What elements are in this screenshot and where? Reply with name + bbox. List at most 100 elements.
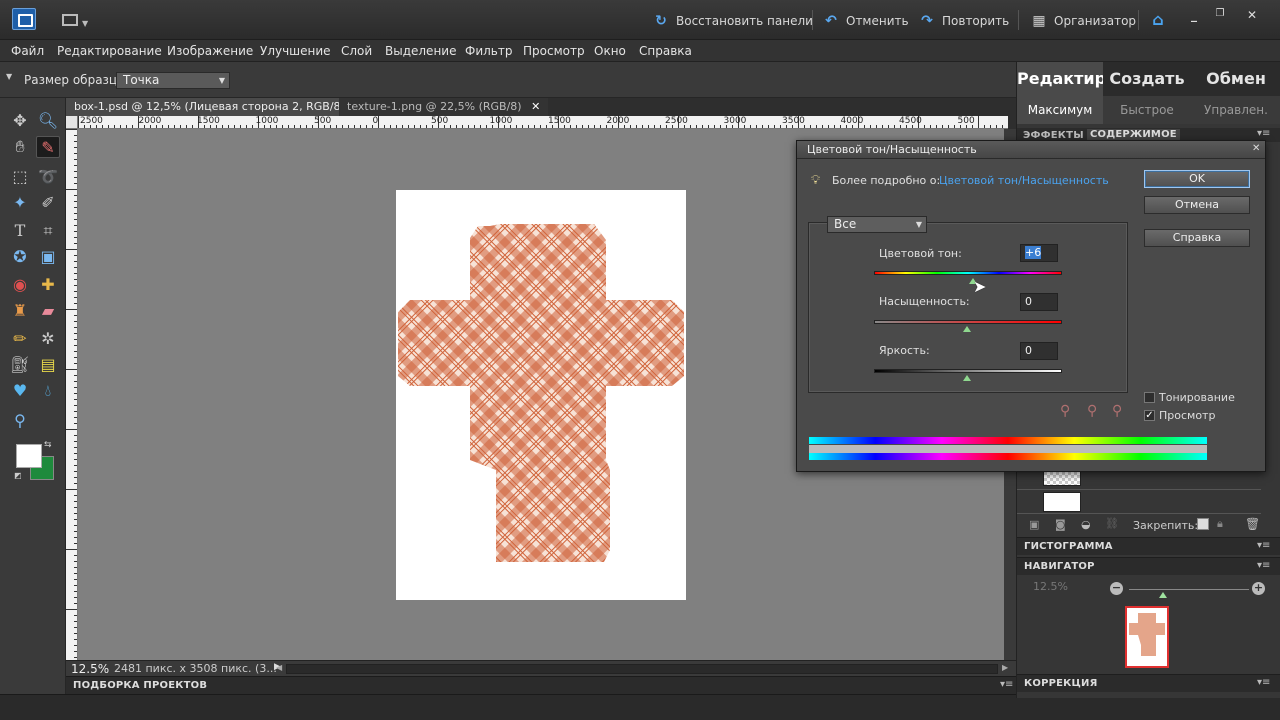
cookie-cutter-tool-icon[interactable]: ✪ <box>8 246 32 268</box>
red-eye-tool-icon[interactable]: ◉ <box>8 274 32 296</box>
swap-colors-icon[interactable]: ⇆ <box>44 440 52 450</box>
healing-brush-tool-icon[interactable]: ✚ <box>36 274 60 296</box>
project-bin-bar[interactable]: ПОДБОРКА ПРОЕКТОВ ▾≡ <box>66 676 1016 694</box>
subtab-quick[interactable]: Быстрое <box>1103 96 1191 124</box>
magic-wand-tool-icon[interactable]: ✦ <box>8 192 32 214</box>
custom-shape-tool-icon[interactable]: ♥ <box>8 380 32 402</box>
hue-slider[interactable] <box>874 271 1062 275</box>
eyedropper-icon[interactable]: ⚲ <box>1060 403 1070 419</box>
saturation-input[interactable]: 0 <box>1020 293 1058 311</box>
colorize-checkbox[interactable] <box>1144 392 1155 403</box>
scroll-left-icon[interactable]: ◀ <box>276 663 282 672</box>
eraser-tool-icon[interactable]: ▰ <box>36 300 60 322</box>
gradient-tool-icon[interactable]: ▤ <box>36 354 60 376</box>
type-tool-icon[interactable]: T <box>8 220 32 242</box>
crop-tool-icon[interactable]: ⌗ <box>36 220 60 242</box>
quick-selection-tool-icon[interactable]: ✐ <box>36 192 60 214</box>
correction-panel-header[interactable]: КОРРЕКЦИЯ ▾≡ <box>1017 674 1280 692</box>
restore-panels-button[interactable]: ↻ Восстановить панели <box>652 12 813 30</box>
learn-more-link[interactable]: Цветовой тон/Насыщенность <box>939 174 1109 187</box>
menu-select[interactable]: Выделение <box>385 44 456 58</box>
lock-all-icon[interactable]: 🔒︎ <box>1217 517 1223 531</box>
panel-menu-icon[interactable]: ▾≡ <box>1000 679 1013 690</box>
options-collapse-icon[interactable]: ▼ <box>6 72 12 81</box>
range-bar[interactable] <box>809 445 1207 453</box>
dialog-title[interactable]: Цветовой тон/Насыщенность <box>797 141 1265 159</box>
hue-input[interactable]: +6 <box>1020 244 1058 262</box>
mask-icon[interactable]: ◒ <box>1081 518 1091 531</box>
lightness-slider[interactable] <box>874 369 1062 373</box>
tab-create[interactable]: Создать <box>1103 62 1191 96</box>
marquee-tool-icon[interactable]: ⬚ <box>8 166 32 188</box>
adjustment-layer-icon[interactable]: ◙ <box>1055 518 1066 531</box>
panel-menu-icon[interactable]: ▾≡ <box>1257 128 1270 139</box>
subtab-full[interactable]: Максимум <box>1017 96 1103 124</box>
lightness-slider-thumb[interactable] <box>963 375 971 381</box>
histogram-panel-header[interactable]: ГИСТОГРАММА ▾≡ <box>1017 537 1280 555</box>
zoom-level[interactable]: 12.5% <box>71 662 109 676</box>
clone-stamp-tool-icon[interactable]: ♜ <box>8 300 32 322</box>
zoom-out-icon[interactable]: − <box>1110 582 1123 595</box>
horizontal-scrollbar[interactable] <box>286 664 998 674</box>
layer-thumbnail[interactable] <box>1043 492 1081 512</box>
panel-menu-icon[interactable]: ▾≡ <box>1257 677 1270 688</box>
app-logo-icon[interactable] <box>12 8 36 30</box>
panel-menu-icon[interactable]: ▾≡ <box>1257 540 1270 551</box>
dialog-close-icon[interactable]: ✕ <box>1252 143 1260 154</box>
saturation-slider-thumb[interactable] <box>963 326 971 332</box>
tab-share[interactable]: Обмен <box>1191 62 1280 96</box>
undo-button[interactable]: ↶ Отменить <box>822 12 908 30</box>
pencil-tool-icon[interactable]: ✏︎ <box>8 328 32 350</box>
lock-transparency-icon[interactable] <box>1197 518 1209 530</box>
hand-tool-icon[interactable]: ✋︎ <box>8 136 32 158</box>
document-canvas[interactable] <box>396 190 686 600</box>
brush-tool-icon[interactable]: ✲ <box>36 328 60 350</box>
eyedropper-tool-icon[interactable]: ✎ <box>36 136 60 158</box>
default-colors-icon[interactable]: ◩ <box>14 471 22 480</box>
lightness-input[interactable]: 0 <box>1020 342 1058 360</box>
menu-image[interactable]: Изображение <box>167 44 253 58</box>
minimize-button[interactable]: _ <box>1184 8 1204 24</box>
menu-edit[interactable]: Редактирование <box>57 44 162 58</box>
lasso-tool-icon[interactable]: ➰ <box>36 166 60 188</box>
navigator-preview[interactable] <box>1125 606 1169 668</box>
ruler-origin[interactable] <box>66 116 78 129</box>
saturation-slider[interactable] <box>874 320 1062 324</box>
cancel-button[interactable]: Отмена <box>1144 196 1250 214</box>
paint-bucket-tool-icon[interactable]: ⛽︎ <box>8 354 32 376</box>
navigator-zoom[interactable]: 12.5% <box>1033 580 1068 593</box>
tab-content[interactable]: СОДЕРЖИМОЕ <box>1087 129 1180 140</box>
restore-window-button[interactable]: ❐ <box>1210 8 1230 24</box>
ok-button[interactable]: OK <box>1144 170 1250 188</box>
menu-view[interactable]: Просмотр <box>523 44 585 58</box>
menu-filter[interactable]: Фильтр <box>465 44 512 58</box>
sample-size-dropdown[interactable]: Точка <box>116 72 230 89</box>
scroll-right-icon[interactable]: ▶ <box>1002 663 1008 672</box>
tab-texture-1[interactable]: texture-1.png @ 22,5% (RGB/8) ✕ <box>339 98 549 116</box>
help-button[interactable]: Справка <box>1144 229 1250 247</box>
move-tool-icon[interactable]: ✥ <box>8 110 32 132</box>
menu-window[interactable]: Окно <box>594 44 626 58</box>
tab-edit[interactable]: Редактир. <box>1017 62 1112 96</box>
menu-enhance[interactable]: Улучшение <box>260 44 331 58</box>
zoom-tool-icon[interactable]: 🔍︎ <box>36 110 60 132</box>
link-icon[interactable]: ⛓︎ <box>1105 517 1119 530</box>
recompose-tool-icon[interactable]: ▣ <box>36 246 60 268</box>
foreground-color-swatch-front[interactable] <box>16 444 42 468</box>
workspace-switcher-button[interactable]: ▼ <box>62 12 92 28</box>
close-tab-icon[interactable]: ✕ <box>531 100 540 113</box>
zoom-in-icon[interactable]: + <box>1252 582 1265 595</box>
channel-dropdown[interactable]: Все <box>827 216 927 233</box>
preview-checkbox[interactable]: ✓ <box>1144 410 1155 421</box>
eyedropper-subtract-icon[interactable]: ⚲ <box>1112 403 1122 419</box>
organizer-button[interactable]: ▦ Организатор <box>1030 12 1136 30</box>
panel-menu-icon[interactable]: ▾≡ <box>1257 560 1270 571</box>
tab-box-1[interactable]: box-1.psd @ 12,5% (Лицевая сторона 2, RG… <box>66 98 382 116</box>
sponge-tool-icon[interactable]: ⚲ <box>8 410 32 432</box>
subtab-guided[interactable]: Управлен. <box>1191 96 1280 124</box>
navigator-panel-header[interactable]: НАВИГАТОР ▾≡ <box>1017 557 1280 575</box>
menu-file[interactable]: Файл <box>11 44 44 58</box>
home-icon[interactable]: ⌂ <box>1148 10 1168 29</box>
menu-layer[interactable]: Слой <box>341 44 372 58</box>
close-window-button[interactable]: ✕ <box>1242 8 1262 24</box>
